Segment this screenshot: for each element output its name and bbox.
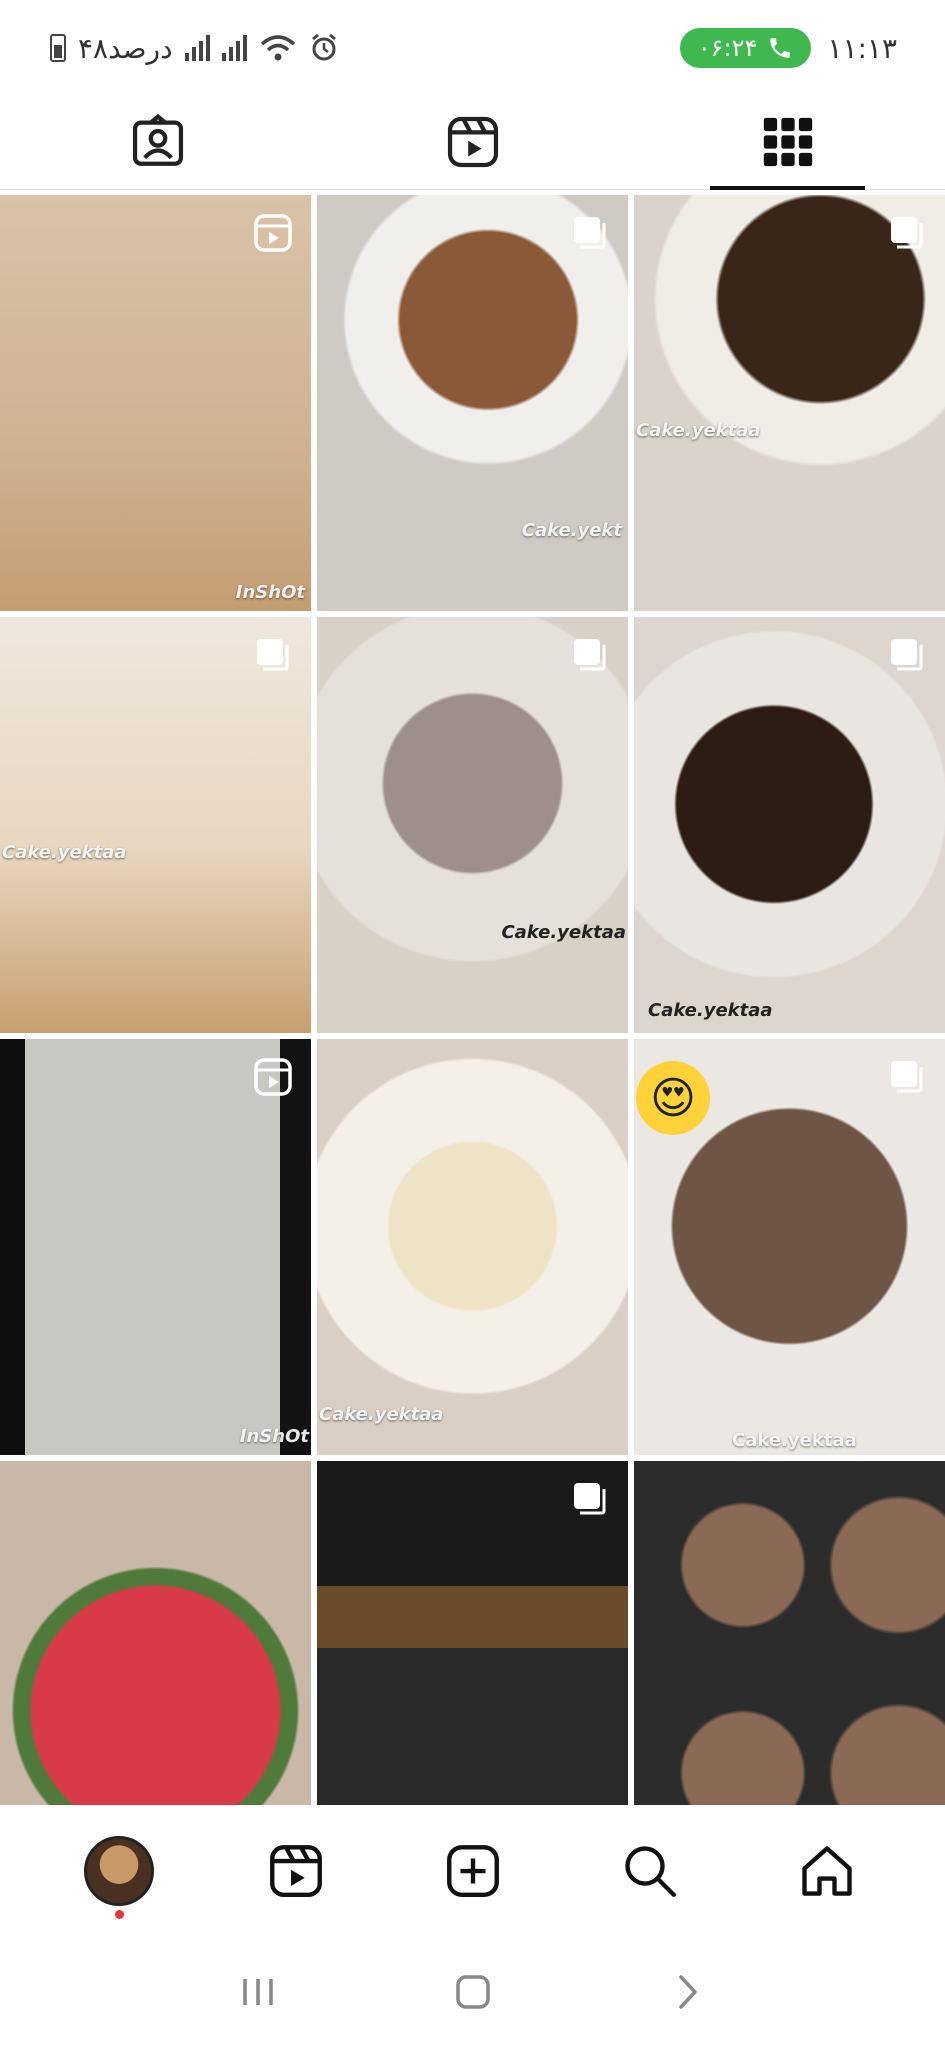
bottom-nav — [0, 1808, 945, 1933]
home-circle-icon[interactable] — [448, 1967, 498, 2017]
tab-posts-grid[interactable] — [630, 95, 945, 190]
reel-badge-icon — [254, 214, 292, 252]
battery-icon — [50, 34, 66, 62]
tab-tagged[interactable] — [0, 95, 315, 189]
system-nav — [0, 1935, 945, 2048]
nav-home[interactable] — [787, 1831, 867, 1911]
notification-dot — [114, 1909, 124, 1919]
watermark: InShOt — [235, 582, 305, 603]
reels-icon — [269, 1844, 322, 1897]
nav-search[interactable] — [610, 1831, 690, 1911]
post-tile[interactable] — [0, 1461, 311, 1805]
clock: ۱۱:۱۳ — [827, 31, 897, 65]
signal-icon — [184, 35, 210, 61]
back-icon[interactable] — [663, 1967, 713, 2017]
reels-icon — [447, 116, 498, 168]
phone-icon — [770, 38, 791, 58]
carousel-badge-icon — [574, 217, 606, 249]
post-tile[interactable] — [634, 1461, 945, 1805]
post-tile[interactable]: Cake.yektaa — [634, 195, 945, 611]
grid-icon — [763, 117, 812, 167]
status-bar: ۴۸درصد ۰۶:۲۴ ۱۱:۱۳ — [0, 0, 945, 90]
wifi-icon — [260, 35, 295, 61]
watermark: Cake.yektaa — [2, 842, 127, 863]
watermark: Cake.yektaa — [636, 420, 761, 441]
signal-icon-2 — [221, 35, 247, 61]
avatar — [83, 1835, 154, 1906]
post-tile[interactable] — [317, 1461, 628, 1805]
post-tile[interactable]: Cake.yektaa — [317, 1039, 628, 1455]
carousel-badge-icon — [574, 639, 606, 671]
carousel-badge-icon — [891, 639, 923, 671]
call-time: ۰۶:۲۴ — [697, 34, 758, 62]
watermark: Cake.yektaa — [319, 1404, 444, 1425]
carousel-badge-icon — [891, 1061, 923, 1093]
watermark: Cake.yektaa — [732, 1430, 857, 1451]
watermark: Cake.yektaa — [648, 1000, 773, 1021]
alarm-icon — [311, 33, 336, 61]
status-left: ۴۸درصد — [50, 28, 339, 68]
post-tile[interactable]: InShOt — [0, 195, 311, 611]
search-icon — [624, 1845, 676, 1897]
carousel-badge-icon — [257, 639, 289, 671]
posts-grid: InShOt Cake.yekt Cake.yektaa Cake.yektaa… — [0, 195, 945, 1805]
battery-percent: ۴۸درصد — [78, 31, 173, 65]
home-icon — [801, 1845, 852, 1896]
heart-eyes-emoji-icon: 😍 — [636, 1061, 710, 1135]
profile-tabs — [0, 95, 945, 190]
reel-badge-icon — [254, 1058, 292, 1096]
tab-reels[interactable] — [315, 95, 630, 189]
plus-square-icon — [446, 1844, 499, 1897]
nav-profile[interactable] — [79, 1831, 159, 1919]
post-tile[interactable]: Cake.yektaa — [0, 617, 311, 1033]
post-tile[interactable]: Cake.yektaa — [634, 617, 945, 1033]
watermark: Cake.yekt — [521, 520, 622, 541]
watermark: Cake.yektaa — [501, 922, 626, 943]
nav-create[interactable] — [433, 1831, 513, 1911]
post-tile[interactable]: 😍 Cake.yektaa — [634, 1039, 945, 1455]
post-tile[interactable]: Cake.yekt — [317, 195, 628, 611]
carousel-badge-icon — [891, 217, 923, 249]
ongoing-call-pill[interactable]: ۰۶:۲۴ — [679, 28, 812, 68]
post-tile[interactable]: InShOt — [0, 1039, 311, 1455]
carousel-badge-icon — [574, 1483, 606, 1515]
post-tile[interactable]: Cake.yektaa — [317, 617, 628, 1033]
watermark: InShOt — [239, 1426, 309, 1447]
recents-icon[interactable] — [233, 1967, 283, 2017]
person-tag-icon — [132, 113, 183, 166]
nav-reels[interactable] — [256, 1831, 336, 1911]
status-right: ۰۶:۲۴ ۱۱:۱۳ — [679, 28, 897, 68]
